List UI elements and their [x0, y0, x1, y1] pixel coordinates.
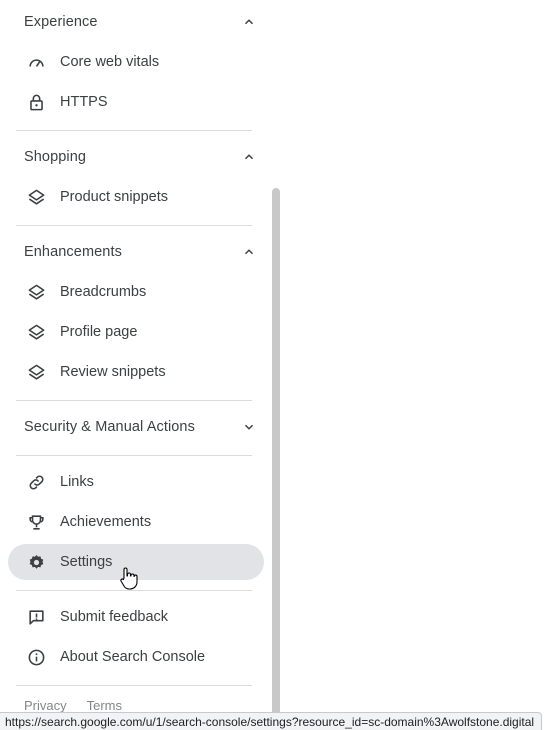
gauge-icon [26, 52, 46, 72]
chevron-up-icon [244, 19, 254, 25]
sidebar-item-label: Submit feedback [60, 609, 169, 625]
section-title-experience: Experience [24, 14, 98, 30]
sidebar-item-https[interactable]: HTTPS [8, 84, 264, 120]
chevron-up-icon [244, 249, 254, 255]
section-header-security[interactable]: Security & Manual Actions [24, 415, 258, 439]
trophy-icon [26, 512, 46, 532]
sidebar-item-profile-page[interactable]: Profile page [8, 314, 264, 350]
layers-icon [26, 322, 46, 342]
sidebar-item-label: Achievements [60, 514, 152, 530]
layers-icon [26, 282, 46, 302]
section-header-enhancements[interactable]: Enhancements [24, 240, 258, 264]
sidebar-item-label: Breadcrumbs [60, 284, 147, 300]
sidebar-item-label: Core web vitals [60, 54, 160, 70]
privacy-link[interactable]: Privacy [24, 698, 67, 713]
divider [16, 590, 252, 591]
divider [16, 455, 252, 456]
sidebar-item-links[interactable]: Links [8, 464, 264, 500]
chevron-down-icon [244, 424, 254, 430]
divider [16, 225, 252, 226]
layers-icon [26, 187, 46, 207]
divider [16, 685, 252, 686]
sidebar-item-breadcrumbs[interactable]: Breadcrumbs [8, 274, 264, 310]
link-icon [26, 472, 46, 492]
feedback-icon [26, 607, 46, 627]
section-title-enhancements: Enhancements [24, 244, 122, 260]
sidebar-item-label: HTTPS [60, 94, 108, 110]
divider [16, 130, 252, 131]
section-title-shopping: Shopping [24, 149, 87, 165]
footer-links: Privacy Terms [24, 698, 122, 713]
hand-cursor-icon [120, 567, 138, 590]
sidebar-item-label: Settings [60, 554, 113, 570]
divider [16, 400, 252, 401]
sidebar-item-product-snippets[interactable]: Product snippets [8, 179, 264, 215]
sidebar-item-submit-feedback[interactable]: Submit feedback [8, 599, 264, 635]
sidebar-item-label: Links [60, 474, 94, 490]
info-icon [26, 647, 46, 667]
sidebar-item-label: Product snippets [60, 189, 169, 205]
sidebar-scrollbar[interactable] [272, 188, 280, 730]
section-header-experience[interactable]: Experience [24, 10, 258, 34]
sidebar-item-label: Review snippets [60, 364, 166, 380]
lock-icon [26, 92, 46, 112]
layers-icon [26, 362, 46, 382]
gear-icon [26, 552, 46, 572]
sidebar-item-achievements[interactable]: Achievements [8, 504, 264, 540]
sidebar-item-review-snippets[interactable]: Review snippets [8, 354, 264, 390]
terms-link[interactable]: Terms [87, 698, 122, 713]
sidebar-item-core-web-vitals[interactable]: Core web vitals [8, 44, 264, 80]
sidebar-item-label: Profile page [60, 324, 138, 340]
sidebar-item-about[interactable]: About Search Console [8, 639, 264, 675]
section-title-security: Security & Manual Actions [24, 419, 195, 435]
sidebar-item-label: About Search Console [60, 649, 206, 665]
chevron-up-icon [244, 154, 254, 160]
status-bar-url: https://search.google.com/u/1/search-con… [0, 712, 542, 730]
section-header-shopping[interactable]: Shopping [24, 145, 258, 169]
